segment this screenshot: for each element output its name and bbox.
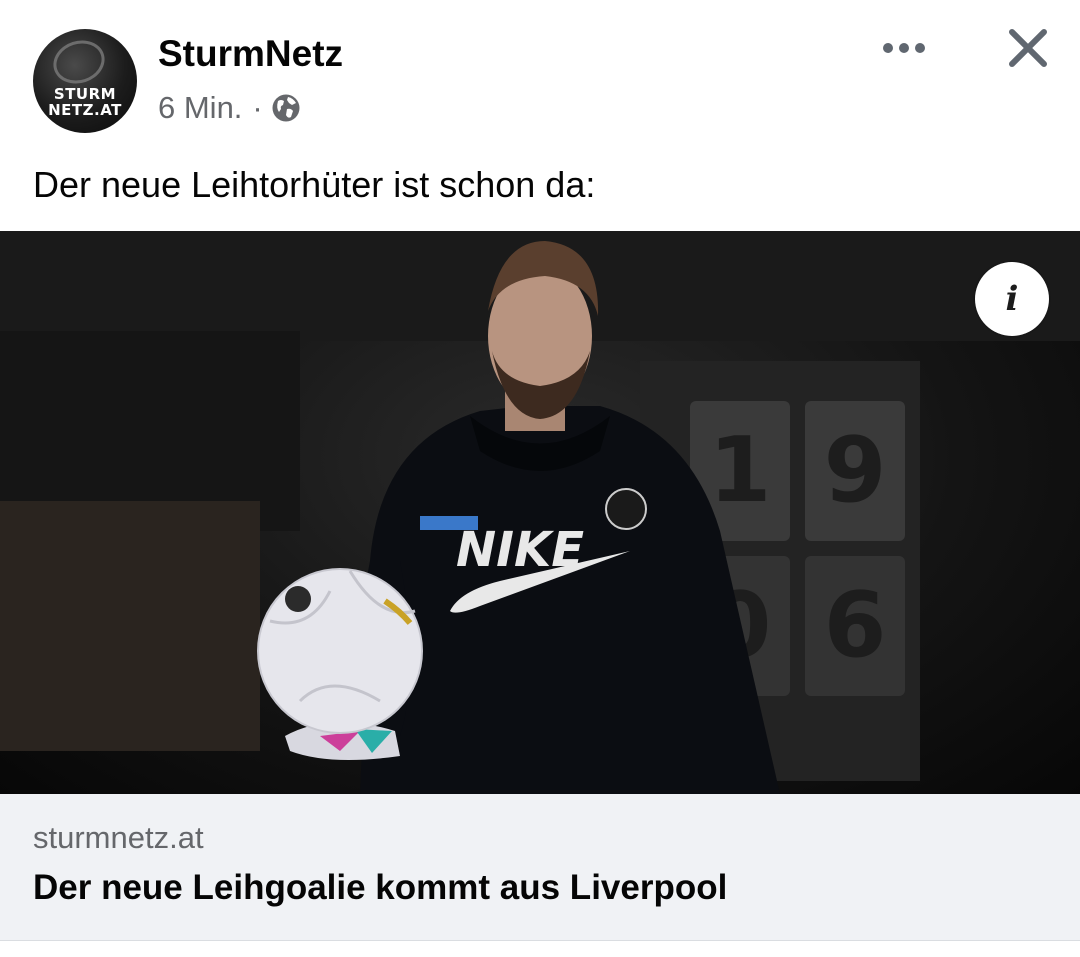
avatar-ball-graphic: [47, 33, 111, 91]
post-meta: 6 Min. ·: [158, 90, 301, 126]
avatar-logo-text: STURM NETZ.AT: [48, 85, 122, 119]
more-options-button[interactable]: [872, 30, 936, 66]
info-icon: i: [1005, 279, 1019, 319]
post-caption: Der neue Leihtorhüter ist schon da:: [33, 164, 596, 205]
page-name-link[interactable]: SturmNetz: [158, 34, 343, 74]
more-options-dot: [899, 43, 909, 53]
globe-icon: [271, 93, 301, 123]
post-photo[interactable]: 1 9 0 6 NIKE: [0, 231, 1080, 794]
club-badge: [605, 488, 647, 530]
wall-number-9: 9: [824, 418, 887, 523]
page-avatar[interactable]: STURM NETZ.AT: [33, 29, 137, 133]
post-timestamp[interactable]: 6 Min.: [158, 90, 242, 126]
wall-number-6: 6: [824, 573, 887, 678]
facebook-post: STURM NETZ.AT SturmNetz 6 Min. · Der neu…: [0, 0, 1080, 957]
close-icon: [1009, 29, 1047, 67]
link-preview[interactable]: sturmnetz.at Der neue Leihgoalie kommt a…: [0, 794, 1080, 941]
meta-separator: ·: [252, 90, 263, 125]
more-options-icon: [883, 43, 893, 53]
wall-number-1: 1: [709, 418, 772, 523]
info-button[interactable]: i: [975, 262, 1049, 336]
close-button[interactable]: [1002, 22, 1054, 74]
jersey-brand-text: NIKE: [456, 522, 584, 578]
link-domain: sturmnetz.at: [33, 820, 204, 855]
more-options-dot: [915, 43, 925, 53]
link-title: Der neue Leihgoalie kommt aus Liverpool: [33, 868, 728, 907]
goalkeeper-photo: 1 9 0 6 NIKE: [0, 231, 1080, 794]
